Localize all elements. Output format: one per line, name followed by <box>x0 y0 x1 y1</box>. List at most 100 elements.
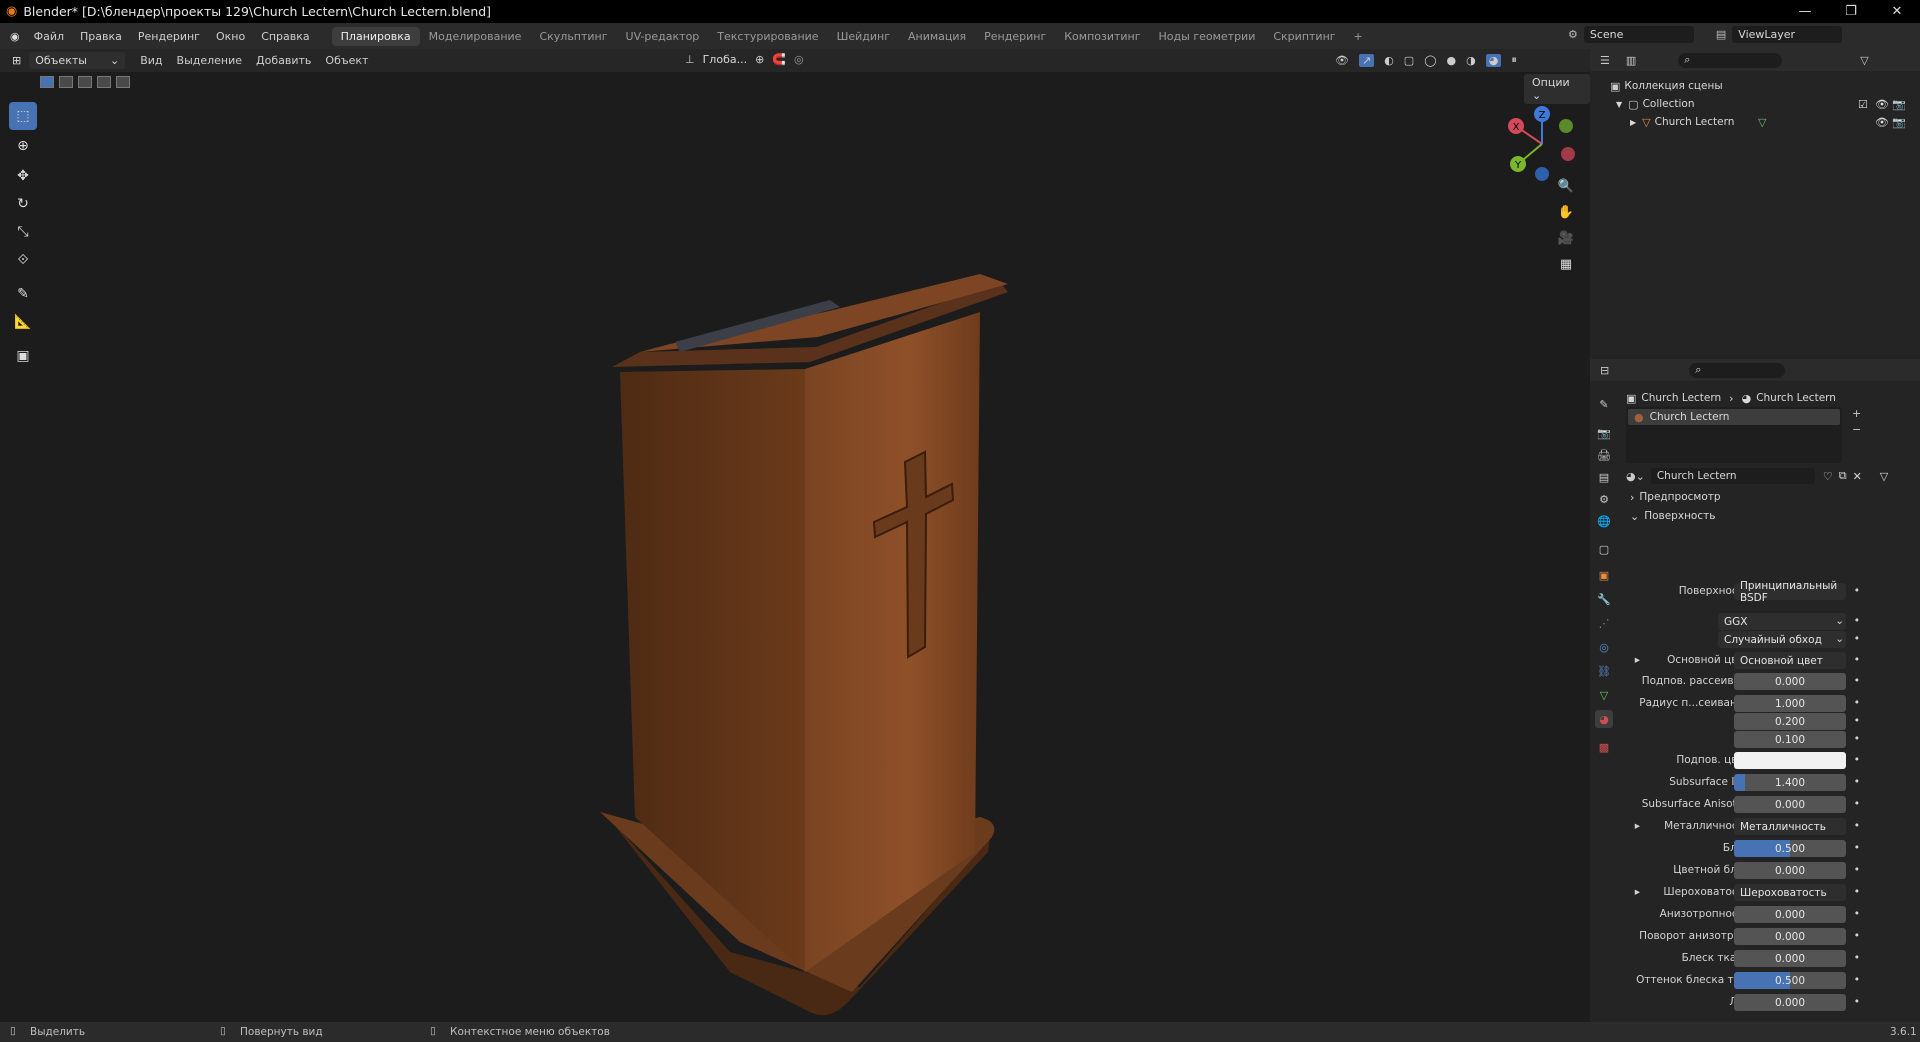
camera-view-icon[interactable]: 🎥 <box>1554 226 1578 250</box>
camera-icon[interactable]: 📷 <box>1892 116 1906 129</box>
unlink-material-icon[interactable]: ✕ <box>1853 470 1862 483</box>
linked-node-field[interactable]: Принципиальный BSDF <box>1734 580 1846 604</box>
keyframe-dot-icon[interactable]: • <box>1852 908 1860 920</box>
material-shading-icon[interactable]: ◑ <box>1466 54 1476 67</box>
overlay-toggle-icon[interactable]: ◐ <box>1384 54 1394 67</box>
menu-select[interactable]: Выделение <box>170 54 250 67</box>
number-field[interactable]: 1.000 <box>1734 695 1846 712</box>
remove-slot-button[interactable]: − <box>1852 423 1861 436</box>
3d-viewport[interactable]: Опции ⌄ ⬚ ⊕ ✥ ↻ ⤡ ⟐ ✎ 📐 ▣ Z X Y 🔍 ✋ 🎥 ▦ <box>0 72 1590 1022</box>
minimize-button[interactable]: — <box>1782 0 1828 23</box>
constraints-tab-icon[interactable]: ⛓ <box>1595 662 1613 680</box>
number-field[interactable]: 0.000 <box>1734 994 1846 1011</box>
world-tab-icon[interactable]: 🌐 <box>1595 512 1613 530</box>
keyframe-dot-icon[interactable]: • <box>1852 697 1860 709</box>
dropdown-select[interactable]: GGX <box>1718 613 1846 630</box>
render-tab-icon[interactable]: 📷 <box>1595 424 1613 442</box>
duplicate-material-icon[interactable]: ⧉ <box>1839 469 1847 483</box>
expand-arrow-icon[interactable]: ▸ <box>1630 654 1640 666</box>
keyframe-dot-icon[interactable]: • <box>1852 585 1860 597</box>
camera-icon[interactable]: 📷 <box>1892 98 1906 111</box>
number-field[interactable]: 0.100 <box>1734 731 1846 748</box>
select-subtract-icon[interactable] <box>78 76 92 88</box>
annotate-tool-icon[interactable]: ✎ <box>9 280 37 308</box>
add-workspace-button[interactable]: + <box>1345 27 1372 46</box>
keyframe-dot-icon[interactable]: • <box>1852 820 1860 832</box>
material-name-field[interactable]: Church Lectern <box>1650 468 1815 484</box>
tab-modeling[interactable]: Моделирование <box>420 27 531 46</box>
output-tab-icon[interactable]: 🖨 <box>1595 446 1613 464</box>
proportional-edit-icon[interactable]: ◎ <box>794 53 804 66</box>
number-field[interactable]: 0.000 <box>1734 950 1846 967</box>
outliner-search-input[interactable]: ⌕ <box>1678 52 1783 68</box>
scene-field[interactable]: Scene <box>1583 26 1694 43</box>
keyframe-dot-icon[interactable]: • <box>1852 842 1860 854</box>
tab-scripting[interactable]: Скриптинг <box>1264 27 1344 46</box>
ortho-grid-icon[interactable]: ▦ <box>1554 252 1578 276</box>
expand-arrow-icon[interactable]: ▼ <box>1616 100 1622 109</box>
add-cube-tool-icon[interactable]: ▣ <box>9 342 37 370</box>
keyframe-dot-icon[interactable]: • <box>1852 974 1860 986</box>
outliner-scene-collection[interactable]: ▣ Коллекция сцены <box>1610 77 1723 95</box>
select-extend-icon[interactable] <box>59 76 73 88</box>
close-button[interactable]: ✕ <box>1874 0 1920 23</box>
xray-icon[interactable]: ▢ <box>1404 54 1414 67</box>
tab-animation[interactable]: Анимация <box>899 27 975 46</box>
number-field[interactable]: 0.000 <box>1734 796 1846 813</box>
number-field[interactable]: 0.000 <box>1734 673 1846 690</box>
tab-geometry-nodes[interactable]: Ноды геометрии <box>1150 27 1265 46</box>
tab-uv-editing[interactable]: UV-редактор <box>617 27 709 46</box>
menu-render[interactable]: Рендеринг <box>130 30 208 43</box>
material-tab-icon[interactable]: ◕ <box>1595 710 1613 728</box>
select-intersect-icon[interactable] <box>116 76 130 88</box>
number-field[interactable]: 0.000 <box>1734 928 1846 945</box>
keyframe-dot-icon[interactable]: • <box>1852 654 1860 666</box>
menu-object[interactable]: Объект <box>318 54 375 67</box>
linked-node-field[interactable]: Основной цвет <box>1734 652 1846 669</box>
select-invert-icon[interactable] <box>97 76 111 88</box>
view-layer-tab-icon[interactable]: ▤ <box>1595 468 1613 486</box>
include-checkbox-icon[interactable]: ☑ <box>1858 98 1868 111</box>
menu-help[interactable]: Справка <box>253 30 317 43</box>
visibility-icon[interactable]: 👁 <box>1335 54 1349 67</box>
texture-tab-icon[interactable]: ▩ <box>1595 738 1613 756</box>
keyframe-dot-icon[interactable]: • <box>1852 886 1860 898</box>
number-field[interactable]: 0.500 <box>1734 840 1846 857</box>
expand-arrow-icon[interactable]: ▸ <box>1630 886 1640 898</box>
outliner-editor-icon[interactable]: ☰ <box>1600 54 1610 67</box>
select-new-icon[interactable] <box>40 76 54 88</box>
tab-shading[interactable]: Шейдинг <box>828 27 899 46</box>
blender-menu-icon[interactable]: ◉ <box>10 30 20 43</box>
eye-icon[interactable]: 👁 <box>1875 98 1889 111</box>
filter-icon[interactable]: ▽ <box>1860 54 1868 67</box>
physics-tab-icon[interactable]: ◎ <box>1595 638 1613 656</box>
expand-arrow-icon[interactable]: ▶ <box>1630 118 1636 127</box>
rendered-shading-icon[interactable]: ◕ <box>1485 53 1502 67</box>
church-lectern-model[interactable] <box>580 252 1040 1032</box>
keyframe-dot-icon[interactable]: • <box>1852 733 1860 745</box>
gizmo-toggle-icon[interactable]: ↗ <box>1358 53 1375 67</box>
modifier-tab-icon[interactable]: 🔧 <box>1595 590 1613 608</box>
solid-shading-icon[interactable]: ● <box>1447 54 1457 67</box>
eye-icon[interactable]: 👁 <box>1875 116 1889 129</box>
pan-hand-icon[interactable]: ✋ <box>1554 200 1578 224</box>
move-tool-icon[interactable]: ✥ <box>9 162 37 190</box>
linked-node-field[interactable]: Металличность <box>1734 818 1846 835</box>
dropdown-select[interactable]: Случайный обход <box>1718 631 1846 648</box>
mode-select[interactable]: Объекты ⌄ <box>29 52 126 69</box>
properties-editor-icon[interactable]: ⊟ <box>1600 364 1609 377</box>
material-slot-list[interactable]: ● Church Lectern <box>1626 407 1842 463</box>
pause-render-icon[interactable]: ⏸ <box>1511 53 1517 67</box>
keyframe-dot-icon[interactable]: • <box>1852 864 1860 876</box>
menu-add[interactable]: Добавить <box>249 54 318 67</box>
keyframe-dot-icon[interactable]: • <box>1852 996 1860 1008</box>
zoom-icon[interactable]: 🔍 <box>1554 174 1578 198</box>
menu-edit[interactable]: Правка <box>72 30 130 43</box>
scale-tool-icon[interactable]: ⤡ <box>9 218 37 246</box>
keyframe-dot-icon[interactable]: • <box>1852 754 1860 766</box>
keyframe-dot-icon[interactable]: • <box>1852 615 1860 627</box>
properties-search-input[interactable]: ⌕ <box>1689 362 1786 378</box>
select-box-tool-icon[interactable]: ⬚ <box>9 102 37 130</box>
material-slot[interactable]: ● Church Lectern <box>1628 409 1840 425</box>
editor-type-icon[interactable]: ⊞ <box>12 54 21 67</box>
